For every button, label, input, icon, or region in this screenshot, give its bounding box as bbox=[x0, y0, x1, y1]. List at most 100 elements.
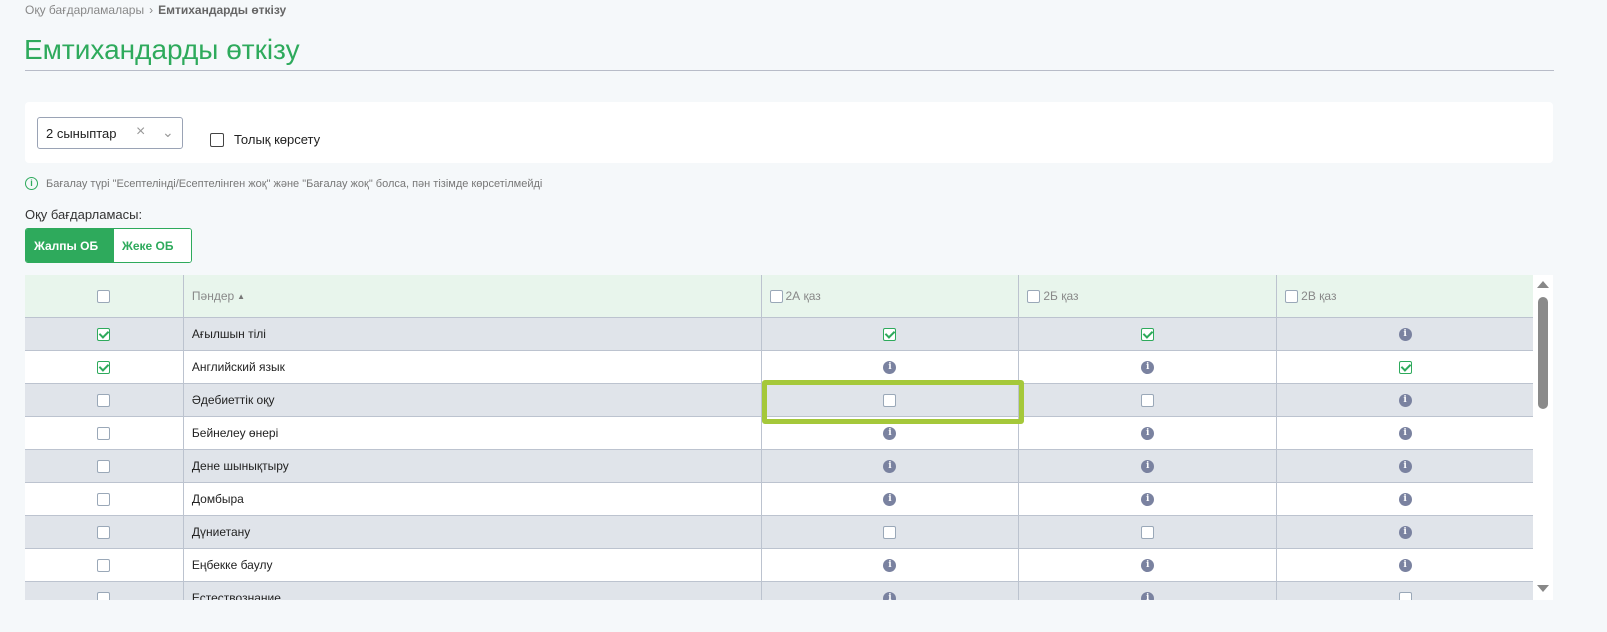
info-icon[interactable]: i bbox=[1398, 393, 1412, 407]
tab-general-program[interactable]: Жалпы ОБ bbox=[26, 229, 114, 262]
class-cell bbox=[1277, 582, 1533, 600]
row-select-checkbox[interactable] bbox=[97, 426, 111, 440]
info-note-text: Бағалау түрі "Есептелінді/Есептелінген ж… bbox=[46, 177, 543, 190]
scroll-up-arrow-icon[interactable] bbox=[1537, 281, 1549, 288]
info-icon[interactable]: i bbox=[883, 360, 897, 374]
table-row: Әдебиеттік оқу i bbox=[25, 384, 1533, 417]
info-icon[interactable]: i bbox=[883, 459, 897, 473]
breadcrumb-current: Емтихандарды өткізу bbox=[158, 3, 287, 17]
info-icon[interactable]: i bbox=[883, 591, 897, 600]
clear-icon[interactable]: × bbox=[136, 123, 145, 141]
class-select-checkbox[interactable] bbox=[1285, 289, 1299, 303]
sort-asc-icon[interactable]: ▲ bbox=[237, 292, 245, 301]
row-select-checkbox[interactable] bbox=[97, 492, 111, 506]
info-icon[interactable]: i bbox=[883, 492, 897, 506]
class-cell: i bbox=[762, 417, 1020, 449]
program-label: Оқу бағдарламасы: bbox=[25, 207, 143, 222]
class-cell: i bbox=[762, 582, 1020, 600]
class-cell: i bbox=[762, 483, 1020, 515]
info-icon[interactable]: i bbox=[1398, 525, 1412, 539]
class-cell: i bbox=[1019, 483, 1278, 515]
subject-name: Естествознание bbox=[191, 591, 281, 600]
class-cell: i bbox=[1019, 351, 1278, 383]
exam-checkbox[interactable] bbox=[1141, 525, 1155, 539]
subject-name: Дүниетану bbox=[191, 525, 251, 539]
subjects-table: Пәндер ▲ 2А қаз 2Б қаз 2В қаз Ағылшын тіл… bbox=[25, 275, 1533, 600]
exam-checkbox[interactable] bbox=[1141, 393, 1155, 407]
page-title: Емтихандарды өткізу bbox=[24, 34, 300, 65]
filter-panel: 2 сыныптар × ⌄ Толық көрсету bbox=[25, 102, 1553, 163]
breadcrumb: Оқу бағдарламалары › Емтихандарды өткізу bbox=[25, 3, 286, 17]
class-cell: i bbox=[1277, 516, 1533, 548]
class-cell: i bbox=[762, 549, 1020, 581]
info-icon[interactable]: i bbox=[1141, 558, 1155, 572]
row-select-checkbox[interactable] bbox=[97, 459, 111, 473]
class-cell: i bbox=[1277, 318, 1533, 350]
table-row: Дене шынықтыру i i i bbox=[25, 450, 1533, 483]
scrollbar-thumb[interactable] bbox=[1538, 297, 1548, 409]
class-select-value: 2 сыныптар bbox=[46, 126, 117, 141]
class-header-label: 2Б қаз bbox=[1043, 289, 1079, 303]
row-select-checkbox[interactable] bbox=[97, 591, 111, 600]
info-icon[interactable]: i bbox=[883, 426, 897, 440]
class-header-label: 2А қаз bbox=[785, 289, 821, 303]
exam-checkbox[interactable] bbox=[1398, 591, 1412, 600]
subject-column-header[interactable]: Пәндер ▲ bbox=[184, 275, 762, 317]
class-cell: i bbox=[1277, 450, 1533, 482]
class-cell: i bbox=[1019, 549, 1278, 581]
class-select-checkbox[interactable] bbox=[1027, 289, 1041, 303]
exam-checkbox[interactable] bbox=[883, 525, 897, 539]
table-scrollbar[interactable] bbox=[1533, 275, 1553, 600]
select-all-checkbox[interactable] bbox=[97, 289, 111, 303]
scroll-down-arrow-icon[interactable] bbox=[1537, 585, 1549, 592]
exam-checkbox[interactable] bbox=[1398, 360, 1412, 374]
info-circle-icon: i bbox=[25, 177, 38, 190]
info-icon[interactable]: i bbox=[1141, 591, 1155, 600]
table-row: Бейнелеу өнері i i i bbox=[25, 417, 1533, 450]
exam-checkbox[interactable] bbox=[883, 327, 897, 341]
info-icon[interactable]: i bbox=[1141, 459, 1155, 473]
class-cell: i bbox=[1277, 384, 1533, 416]
full-show-toggle[interactable]: Толық көрсету bbox=[210, 132, 320, 147]
tab-individual-program[interactable]: Жеке ОБ bbox=[114, 229, 191, 262]
class-header-label: 2В қаз bbox=[1301, 289, 1337, 303]
subject-header-label: Пәндер bbox=[191, 289, 235, 303]
row-select-checkbox[interactable] bbox=[97, 327, 111, 341]
table-row: Домбыра i i i bbox=[25, 483, 1533, 516]
class-select-checkbox[interactable] bbox=[769, 289, 783, 303]
row-select-checkbox[interactable] bbox=[97, 360, 111, 374]
class-cell bbox=[762, 516, 1020, 548]
chevron-right-icon: › bbox=[149, 3, 154, 17]
row-select-checkbox[interactable] bbox=[97, 558, 111, 572]
chevron-down-icon[interactable]: ⌄ bbox=[162, 124, 174, 141]
info-icon[interactable]: i bbox=[1141, 492, 1155, 506]
info-icon[interactable]: i bbox=[1398, 426, 1412, 440]
info-icon[interactable]: i bbox=[1398, 459, 1412, 473]
info-icon[interactable]: i bbox=[1398, 492, 1412, 506]
info-icon[interactable]: i bbox=[1141, 426, 1155, 440]
row-select-checkbox[interactable] bbox=[97, 393, 111, 407]
subject-name: Дене шынықтыру bbox=[191, 459, 289, 473]
class-cell bbox=[1019, 516, 1278, 548]
subject-name: Еңбекке баулу bbox=[191, 558, 273, 572]
info-icon[interactable]: i bbox=[1398, 327, 1412, 341]
full-show-checkbox[interactable] bbox=[210, 132, 224, 147]
subject-name: Домбыра bbox=[191, 492, 244, 506]
exam-checkbox[interactable] bbox=[883, 393, 897, 407]
table-header: Пәндер ▲ 2А қаз 2Б қаз 2В қаз bbox=[25, 275, 1533, 318]
class-select[interactable]: 2 сыныптар × ⌄ bbox=[37, 117, 183, 149]
breadcrumb-parent-link[interactable]: Оқу бағдарламалары bbox=[25, 3, 144, 17]
info-icon[interactable]: i bbox=[883, 558, 897, 572]
class-cell bbox=[762, 384, 1020, 416]
table-row: Еңбекке баулу i i i bbox=[25, 549, 1533, 582]
class-cell: i bbox=[1019, 450, 1278, 482]
class-cell: i bbox=[1277, 483, 1533, 515]
class-cell bbox=[1277, 351, 1533, 383]
exam-checkbox[interactable] bbox=[1141, 327, 1155, 341]
info-icon[interactable]: i bbox=[1398, 558, 1412, 572]
table-row: Английский язык i i bbox=[25, 351, 1533, 384]
class-cell: i bbox=[1019, 582, 1278, 600]
info-icon[interactable]: i bbox=[1141, 360, 1155, 374]
table-row: Естествознание i i bbox=[25, 582, 1533, 600]
row-select-checkbox[interactable] bbox=[97, 525, 111, 539]
